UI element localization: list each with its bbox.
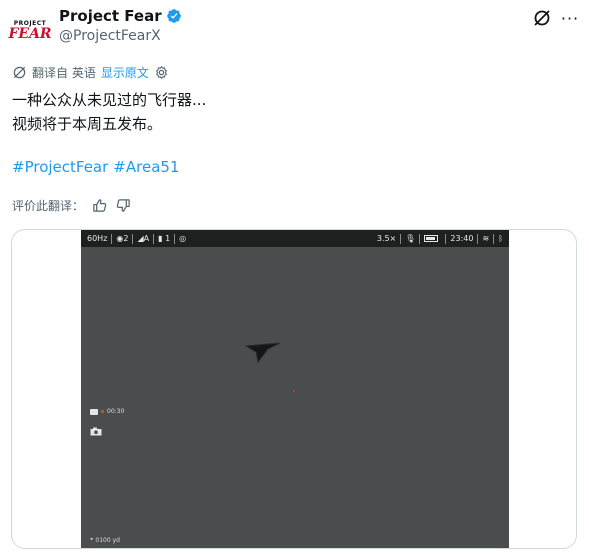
zoom-level: 3.5× [376, 234, 397, 243]
hashtags: #ProjectFear #Area51 [12, 158, 179, 176]
tweet-text: 一种公众从未见过的飞行器... 视频将于本周五发布。 [12, 88, 206, 136]
video-camera-icon [90, 408, 98, 415]
clock-time: 23:40 [450, 234, 474, 243]
battery-icon [424, 235, 439, 242]
thermal-video[interactable]: 60Hz ◉ 2 ◢ A ▮ 1 ◎ 3.5× 🎙︎ 23:40 ≋ ᛒ 00:… [81, 230, 509, 548]
author-handle[interactable]: @ProjectFearX [59, 28, 161, 44]
author-name-row[interactable]: Project Fear [59, 7, 182, 25]
translation-row: 翻译自 英语 显示原文 [12, 64, 169, 81]
gear-icon[interactable] [154, 65, 169, 80]
camera-mode-icon: ◉ [116, 234, 124, 243]
more-options-icon[interactable]: ··· [560, 8, 580, 28]
show-original-link[interactable]: 显示原文 [101, 64, 149, 81]
translate-icon [13, 66, 26, 79]
battery-count: ▮ 1 [158, 234, 171, 243]
rate-translation-row: 评价此翻译： [12, 196, 132, 214]
photo-camera-icon [90, 427, 102, 436]
thumbs-up-icon[interactable] [90, 196, 108, 214]
grok-icon[interactable] [532, 8, 552, 28]
thumbs-down-icon[interactable] [114, 196, 132, 214]
reticle-dot [293, 390, 295, 392]
tweet-line-1: 一种公众从未见过的飞行器... [12, 91, 207, 109]
signal-indicator: ◢ A [137, 234, 150, 243]
crosshair-icon: ⌖ [90, 536, 94, 543]
media-card[interactable]: 60Hz ◉ 2 ◢ A ▮ 1 ◎ 3.5× 🎙︎ 23:40 ≋ ᛒ 00:… [11, 229, 577, 549]
refresh-rate: 60Hz [87, 234, 108, 243]
wifi-icon: ≋ [482, 234, 490, 243]
recording-time: 00:30 [107, 408, 125, 415]
range-value: 0100 yd [95, 536, 120, 544]
hashtag-link[interactable]: #ProjectFear [12, 158, 108, 176]
range-indicator: ⌖ 0100 yd [90, 536, 120, 544]
recording-indicator: 00:30 [90, 408, 124, 415]
bluetooth-icon: ᛒ [498, 234, 503, 243]
avatar[interactable]: PROJECT FEAR [8, 10, 52, 50]
mode-indicator: ◉ 2 [116, 234, 129, 243]
verified-badge-icon [166, 9, 181, 23]
hashtag-link[interactable]: #Area51 [113, 158, 179, 176]
target-icon: ◎ [179, 234, 187, 243]
author-name[interactable]: Project Fear [59, 7, 162, 25]
translated-from-label: 翻译自 英语 [32, 66, 96, 80]
microphone-icon: 🎙︎ [405, 234, 416, 243]
flying-object [244, 342, 281, 364]
tweet-line-2: 视频将于本周五发布。 [12, 115, 163, 133]
recording-dot-icon [101, 410, 104, 413]
rate-translation-label: 评价此翻译： [12, 198, 85, 213]
avatar-text-bottom: FEAR [8, 25, 52, 42]
video-hud-bar: 60Hz ◉ 2 ◢ A ▮ 1 ◎ 3.5× 🎙︎ 23:40 ≋ ᛒ [81, 230, 509, 247]
